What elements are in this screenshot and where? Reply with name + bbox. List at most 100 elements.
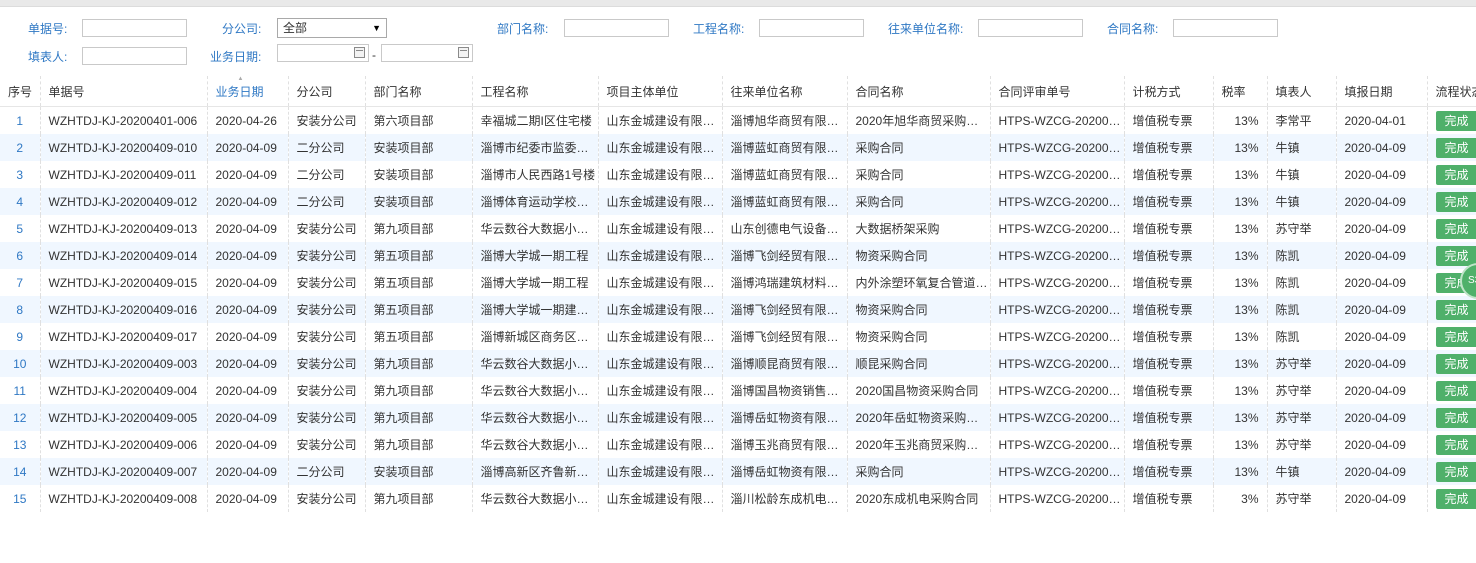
table-cell: 淄博蓝虹商贸有限公司: [722, 188, 848, 215]
table-row[interactable]: 2 WZHTDJ-KJ-20200409-010 2020-04-09 二分公司 安装项…: [0, 134, 1476, 161]
table-cell: 完成: [1427, 404, 1476, 431]
branch-select[interactable]: 全部 ▼: [277, 18, 387, 38]
table-row[interactable]: 6 WZHTDJ-KJ-20200409-014 2020-04-09 安装分公司 第五…: [0, 242, 1476, 269]
table-row[interactable]: 11 WZHTDJ-KJ-20200409-004 2020-04-09 安装分公司第…: [0, 377, 1476, 404]
table-cell: 安装分公司: [288, 323, 366, 350]
table-row[interactable]: 9 WZHTDJ-KJ-20200409-017 2020-04-09 安装分公司 第五…: [0, 323, 1476, 350]
table-cell: 增值税专票: [1124, 215, 1214, 242]
table-cell: 安装分公司: [288, 269, 366, 296]
column-header[interactable]: 合同评审单号: [990, 76, 1125, 107]
table-cell: 苏守举: [1267, 431, 1337, 458]
table-cell: 山东金城建设有限公司: [598, 404, 723, 431]
column-header[interactable]: 计税方式: [1124, 76, 1214, 107]
table-cell: 淄川松龄东成机电有限公司: [722, 485, 848, 512]
table-cell: 山东金城建设有限公司: [598, 106, 723, 134]
table-row[interactable]: 14 WZHTDJ-KJ-20200409-007 2020-04-09 二分公司 安装…: [0, 458, 1476, 485]
column-header[interactable]: 业务日期: [207, 76, 289, 107]
column-header[interactable]: 部门名称: [365, 76, 473, 107]
doc-no-label: 单据号:: [28, 22, 68, 36]
column-header[interactable]: 流程状态: [1427, 76, 1476, 107]
column-header[interactable]: 税率: [1213, 76, 1268, 107]
table-row[interactable]: 15 WZHTDJ-KJ-20200409-008 2020-04-09 安装分公司第…: [0, 485, 1476, 512]
date-end-input[interactable]: [381, 44, 473, 62]
column-header[interactable]: 单据号: [40, 76, 208, 107]
table-cell: 苏守举: [1267, 485, 1337, 512]
table-cell: 山东金城建设有限公司: [598, 296, 723, 323]
status-badge[interactable]: 完成: [1435, 408, 1476, 428]
table-cell: HTPS-WZCG-20200409: [990, 377, 1125, 404]
status-badge[interactable]: 完成: [1435, 381, 1476, 401]
table-cell: 山东金城建设有限公司: [598, 188, 723, 215]
table-cell: 内外涂塑环氧复合管道采购: [847, 269, 991, 296]
status-badge[interactable]: 完成: [1435, 165, 1476, 185]
row-number: 10: [0, 350, 41, 377]
top-border: [0, 0, 1476, 7]
table-cell: 采购合同: [847, 134, 991, 161]
status-badge[interactable]: 完成: [1435, 138, 1476, 158]
table-cell: 山东金城建设有限公司: [598, 323, 723, 350]
row-number: 13: [0, 431, 41, 458]
table-row[interactable]: 3 WZHTDJ-KJ-20200409-011 2020-04-09 二分公司 安装项…: [0, 161, 1476, 188]
status-badge[interactable]: 完成: [1435, 462, 1476, 482]
status-badge[interactable]: 完成: [1435, 489, 1476, 509]
column-header[interactable]: 填表人: [1267, 76, 1337, 107]
column-header[interactable]: 合同名称: [847, 76, 991, 107]
status-badge[interactable]: 完成: [1435, 300, 1476, 320]
table-cell: 陈凯: [1267, 296, 1337, 323]
column-header[interactable]: 工程名称: [472, 76, 599, 107]
table-cell: 山东金城建设有限公司: [598, 485, 723, 512]
table-cell: 山东金城建设有限公司: [598, 161, 723, 188]
table-row[interactable]: 4 WZHTDJ-KJ-20200409-012 2020-04-09 二分公司 安装项…: [0, 188, 1476, 215]
table-row[interactable]: 12 WZHTDJ-KJ-20200409-005 2020-04-09 安装分公司第…: [0, 404, 1476, 431]
column-header[interactable]: 序号: [0, 76, 41, 107]
table-cell: 淄博大学城一期建设项目: [472, 296, 599, 323]
status-badge[interactable]: 完成: [1435, 111, 1476, 131]
table-row[interactable]: 7 WZHTDJ-KJ-20200409-015 2020-04-09 安装分公司 第五…: [0, 269, 1476, 296]
filler-label: 填表人:: [28, 50, 68, 64]
status-badge[interactable]: 完成: [1435, 219, 1476, 239]
dept-input[interactable]: [564, 19, 669, 37]
column-header[interactable]: 填报日期: [1336, 76, 1428, 107]
table-cell: 完成: [1427, 106, 1476, 134]
calendar-icon[interactable]: [354, 47, 365, 58]
table-cell: 第五项目部: [365, 323, 473, 350]
project-label: 工程名称:: [693, 22, 745, 36]
column-header[interactable]: 项目主体单位: [598, 76, 723, 107]
table-cell: 第九项目部: [365, 431, 473, 458]
table-cell: 13%: [1213, 215, 1268, 242]
table-cell: 增值税专票: [1124, 350, 1214, 377]
table-cell: 物资采购合同: [847, 296, 991, 323]
table-cell: 第六项目部: [365, 106, 473, 134]
table-cell: 完成: [1427, 350, 1476, 377]
status-badge[interactable]: 完成: [1435, 192, 1476, 212]
table-cell: 安装分公司: [288, 431, 366, 458]
table-row[interactable]: 8 WZHTDJ-KJ-20200409-016 2020-04-09 安装分公司 第五…: [0, 296, 1476, 323]
table-cell: 增值税专票: [1124, 134, 1214, 161]
status-badge[interactable]: 完成: [1435, 246, 1476, 266]
table-row[interactable]: 10 WZHTDJ-KJ-20200409-003 2020-04-09 安装分公司第…: [0, 350, 1476, 377]
calendar-icon[interactable]: [458, 47, 469, 58]
table-cell: 李常平: [1267, 106, 1337, 134]
table-row[interactable]: 1 WZHTDJ-KJ-20200401-006 2020-04-26 安装分公司 第六…: [0, 106, 1476, 134]
table-cell: 淄博岳虹物资有限公司: [722, 458, 848, 485]
table-row[interactable]: 5 WZHTDJ-KJ-20200409-013 2020-04-09 安装分公司 第九…: [0, 215, 1476, 242]
table-cell: WZHTDJ-KJ-20200409-005: [40, 404, 208, 431]
partner-input[interactable]: [978, 19, 1083, 37]
status-badge[interactable]: 完成: [1435, 327, 1476, 347]
doc-no-input[interactable]: [82, 19, 187, 37]
contract-input[interactable]: [1173, 19, 1278, 37]
table-cell: 2020国昌物资采购合同: [847, 377, 991, 404]
table-cell: 淄博顺昆商贸有限公司: [722, 350, 848, 377]
table-row[interactable]: 13 WZHTDJ-KJ-20200409-006 2020-04-09 安装分公司第…: [0, 431, 1476, 458]
column-header[interactable]: 往来单位名称: [722, 76, 848, 107]
column-header[interactable]: 分公司: [288, 76, 366, 107]
status-badge[interactable]: 完成: [1435, 354, 1476, 374]
status-badge[interactable]: 完成: [1435, 435, 1476, 455]
table-cell: 13%: [1213, 404, 1268, 431]
table-cell: 淄博飞剑经贸有限公司: [722, 242, 848, 269]
filler-input[interactable]: [82, 47, 187, 65]
project-input[interactable]: [759, 19, 864, 37]
table-cell: WZHTDJ-KJ-20200409-014: [40, 242, 208, 269]
table-cell: 13%: [1213, 161, 1268, 188]
date-start-input[interactable]: [277, 44, 369, 62]
